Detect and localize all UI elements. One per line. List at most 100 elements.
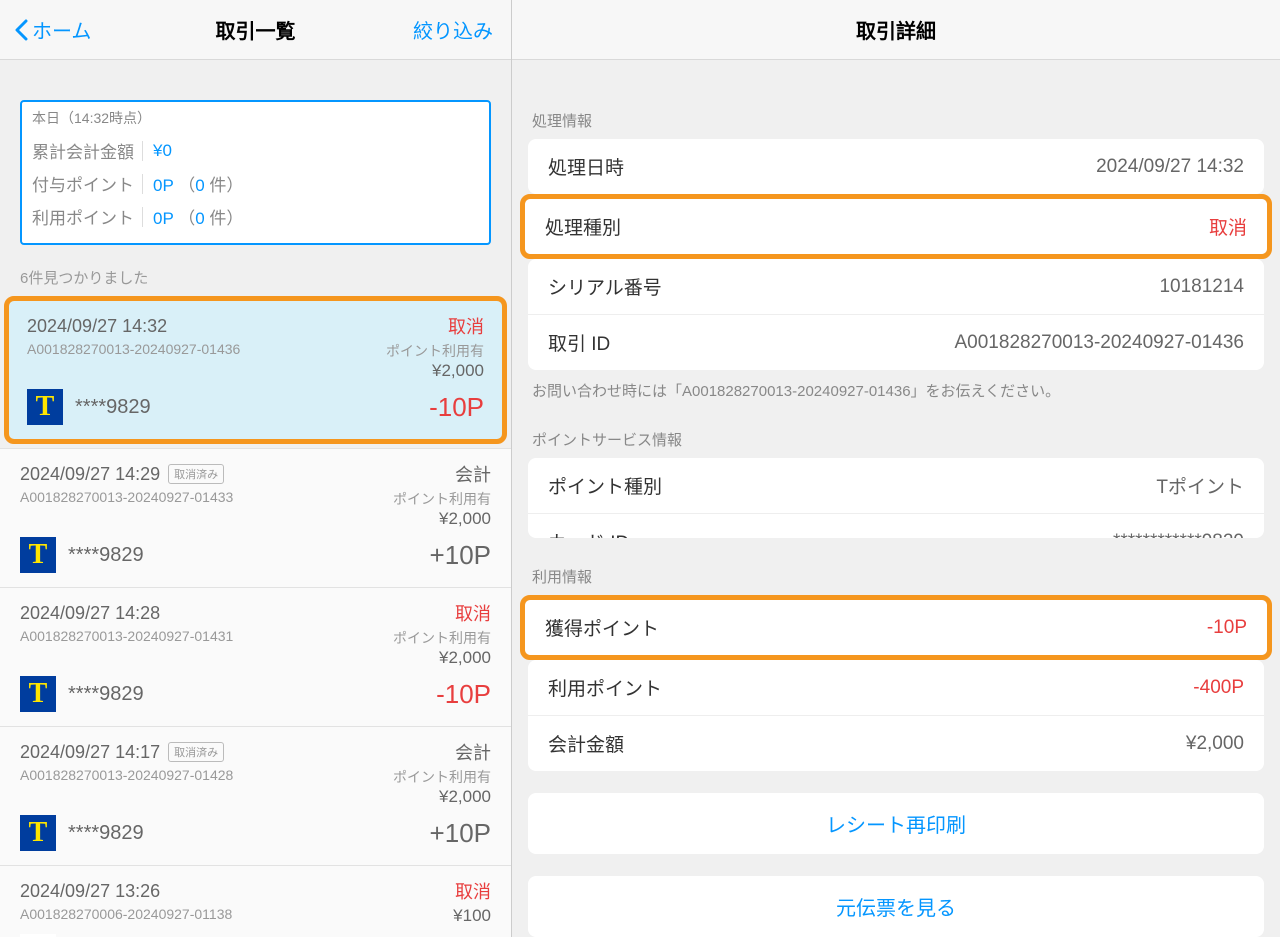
detail-row: 処理種別 取消 [525, 199, 1267, 254]
tx-points: -10P [429, 392, 484, 423]
detail-label: 会計金額 [548, 730, 624, 757]
summary-value: 0P （0 件） [153, 204, 243, 229]
summary-label: 累計会計金額 [32, 138, 142, 163]
detail-row: ポイント種別Tポイント [528, 458, 1264, 513]
chevron-left-icon [14, 19, 28, 41]
right-title: 取引詳細 [856, 15, 936, 44]
detail-label: 獲得ポイント [545, 614, 659, 641]
detail-label: 利用ポイント [548, 674, 662, 701]
transaction-detail-panel: 取引詳細 処理情報 処理日時 2024/09/27 14:32 処理種別 取消シリアル… [512, 0, 1280, 937]
summary-label: 付与ポイント [32, 171, 142, 196]
tx-status: 会計 [455, 739, 491, 765]
tx-date: 2024/09/27 14:32 [27, 316, 167, 336]
reprint-receipt-button[interactable]: レシート再印刷 [528, 793, 1264, 854]
tpoint-icon: T [20, 537, 56, 573]
summary-rows: 累計会計金額 ¥0 付与ポイント 0P （0 件） 利用ポイント 0P （0 件） [32, 134, 479, 233]
divider [142, 174, 143, 194]
results-count: 6件見つかりました [20, 267, 491, 288]
back-label: ホーム [32, 15, 91, 44]
detail-label: 処理日時 [548, 153, 624, 180]
detail-value: Tポイント [1156, 472, 1244, 499]
tx-status: 会計 [455, 461, 491, 487]
left-header: ホーム 取引一覧 絞り込み [0, 0, 511, 60]
tx-amount: ¥2,000 [393, 648, 491, 668]
summary-value: 0P （0 件） [153, 171, 243, 196]
today-summary: 本日（14:32時点） 累計会計金額¥0付与ポイント0P （0 件）利用ポイント… [20, 100, 491, 245]
filter-button[interactable]: 絞り込み [413, 15, 493, 44]
view-original-slip-button[interactable]: 元伝票を見る [528, 876, 1264, 937]
summary-row: 付与ポイント 0P （0 件） [32, 167, 479, 200]
transaction-item[interactable]: 2024/09/27 14:28 取消 A001828270013-20240927… [0, 587, 511, 726]
transaction-item[interactable]: 2024/09/27 14:29取消済み会計A001828270013-2024… [0, 448, 511, 587]
tx-status: 取消 [448, 313, 484, 339]
highlighted-row: 処理種別 取消 [520, 194, 1272, 259]
detail-value: 取消 [1209, 213, 1247, 240]
detail-label: 取引 ID [548, 329, 610, 356]
transaction-list: 2024/09/27 14:32 取消 A001828270013-20240927… [0, 296, 511, 937]
section-usage-label: 利用情報 [532, 566, 1260, 587]
card-number: ****9829 [68, 822, 144, 845]
tx-amount: ¥100 [453, 906, 491, 926]
divider [142, 207, 143, 227]
tx-points: +10P [430, 818, 491, 849]
tx-card: T****9829 [20, 676, 144, 712]
detail-row: シリアル番号 10181214 [528, 259, 1264, 314]
tx-note: ポイント利用有 [393, 489, 491, 509]
tx-status: 取消 [455, 600, 491, 626]
tx-date: 2024/09/27 14:29 [20, 464, 160, 484]
tx-note: ポイント利用有 [386, 341, 484, 361]
detail-value: ¥2,000 [1186, 733, 1244, 755]
section-processing-label: 処理情報 [532, 110, 1260, 131]
tx-id: A001828270013-20240927-01431 [20, 628, 233, 668]
detail-label: 処理種別 [545, 213, 621, 240]
tx-amount: ¥2,000 [393, 509, 491, 529]
summary-caption: 本日（14:32時点） [32, 108, 479, 128]
right-header: 取引詳細 [512, 0, 1280, 60]
detail-row: 取引 ID A001828270013-20240927-01436 [528, 314, 1264, 370]
transaction-list-panel: ホーム 取引一覧 絞り込み 本日（14:32時点） 累計会計金額 ¥0 付与ポイント… [0, 0, 512, 937]
detail-group: シリアル番号 10181214 取引 ID A001828270013-2024092… [528, 259, 1264, 370]
tx-card: T ****9829 [20, 815, 144, 851]
tpoint-icon: T [20, 676, 56, 712]
detail-label: シリアル番号 [548, 273, 662, 300]
transaction-item[interactable]: 2024/09/27 14:32 取消 A001828270013-20240927… [4, 296, 507, 444]
transaction-item[interactable]: 2024/09/27 13:26取消A001828270006-20240927… [0, 865, 511, 937]
detail-value: 10181214 [1159, 276, 1244, 298]
detail-row: 処理日時 2024/09/27 14:32 [528, 139, 1264, 194]
highlighted-row: 獲得ポイント -10P [520, 595, 1272, 660]
transaction-item[interactable]: 2024/09/27 14:17取消済み会計A001828270013-2024… [0, 726, 511, 865]
tx-card: T ****9829 [20, 537, 144, 573]
divider [142, 141, 143, 161]
summary-row: 利用ポイント 0P （0 件） [32, 200, 479, 233]
card-number: ****9829 [68, 544, 144, 567]
detail-row: 利用ポイント -400P [528, 660, 1264, 715]
detail-label: カード ID [548, 528, 629, 538]
detail-group: 利用ポイント -400P 会計金額 ¥2,000 [528, 660, 1264, 771]
detail-row: カード ID ************9829 [528, 513, 1264, 538]
card-number: ****9829 [75, 396, 151, 419]
cancelled-badge: 取消済み [168, 464, 224, 484]
summary-value: ¥0 [153, 141, 172, 161]
tx-date: 2024/09/27 14:28 [20, 603, 160, 623]
tx-status: 取消 [455, 878, 491, 904]
tx-amount: ¥2,000 [393, 787, 491, 807]
tx-date: 2024/09/27 14:17 [20, 742, 160, 762]
summary-label: 利用ポイント [32, 204, 142, 229]
detail-value: A001828270013-20240927-01436 [955, 332, 1245, 354]
tpoint-icon: T [20, 815, 56, 851]
detail-value: ************9829 [1113, 531, 1244, 539]
detail-value: 2024/09/27 14:32 [1096, 156, 1244, 178]
tx-card: T****9829 [27, 389, 151, 425]
tx-id: A001828270013-20240927-01436 [27, 341, 240, 381]
detail-value: -10P [1207, 617, 1247, 639]
tx-note: ポイント利用有 [393, 767, 491, 787]
inquiry-hint: お問い合わせ時には「A001828270013-20240927-01436」を… [532, 380, 1260, 401]
detail-row: 会計金額 ¥2,000 [528, 715, 1264, 771]
tx-date: 2024/09/27 13:26 [20, 881, 160, 901]
detail-value: -400P [1193, 677, 1244, 699]
tx-amount: ¥2,000 [386, 361, 484, 381]
processing-group: 処理日時 2024/09/27 14:32 処理種別 取消シリアル番号 10181214… [512, 139, 1280, 370]
back-button[interactable]: ホーム [14, 15, 91, 44]
detail-row: 獲得ポイント -10P [525, 600, 1267, 655]
tx-note: ポイント利用有 [393, 628, 491, 648]
